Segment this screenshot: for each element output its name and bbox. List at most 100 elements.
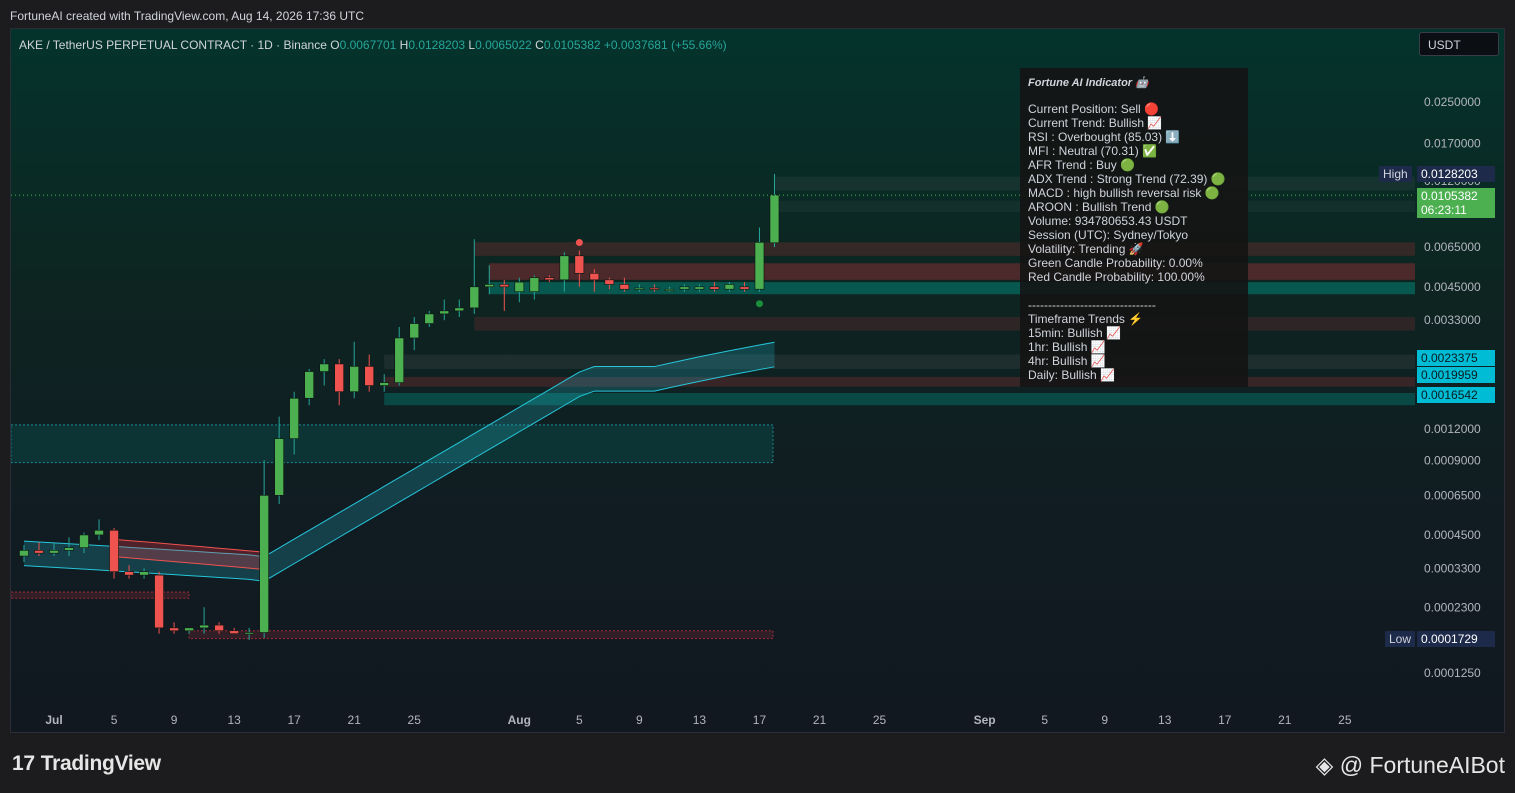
indicator-line-5: ADX Trend : Strong Trend (72.39) 🟢 [1028,172,1226,186]
x-tick-1: 5 [111,713,118,727]
timeframe-line-2: 4hr: Bullish 📈 [1028,354,1106,368]
candle-body-41 [634,287,645,290]
candle-body-38 [589,273,600,281]
candle-body-10 [169,627,179,632]
candle-16 [259,460,269,638]
zone-red-2 [489,263,1415,280]
x-tick-5: 21 [348,713,362,727]
candle-body-23 [364,366,375,386]
candle-body-32 [499,284,510,288]
candle-body-1 [34,550,44,554]
high-value: 0.0128203 [408,38,466,52]
candle-27 [424,310,435,327]
chart-caption: FortuneAI created with TradingView.com, … [10,9,364,23]
y-tick-7: 0.0009000 [1424,453,1481,467]
candle-body-18 [289,397,299,439]
y-tick-6: 0.0012000 [1424,422,1481,436]
x-tick-2: 9 [171,713,178,727]
candle-body-11 [184,627,194,632]
level1-label: 0.0023375 [1417,350,1495,366]
indicator-line-0: Current Position: Sell 🔴 [1028,102,1159,116]
indicator-line-10: Volatility: Trending 🚀 [1028,242,1144,256]
y-tick-3: 0.0065000 [1424,240,1481,254]
candle-body-8 [139,571,149,576]
candle-body-34 [529,277,540,293]
open-value: 0.0067701 [339,38,397,52]
candle-body-47 [724,284,735,290]
candle-body-14 [229,630,239,635]
candle-10 [169,622,179,634]
buy-marker [755,300,763,308]
x-tick-0: Jul [45,713,62,727]
y-tick-4: 0.0045000 [1424,280,1481,294]
open-label: O [330,38,340,52]
candle-body-4 [79,534,89,548]
x-tick-11: 17 [753,713,767,727]
last-price-label: 0.0105382 06:23:11 [1417,188,1495,218]
candle-body-19 [304,371,314,399]
candle-12 [199,607,209,634]
y-tick-1: 0.0170000 [1424,137,1481,151]
indicator-line-9: Session (UTC): Sydney/Tokyo [1028,228,1189,242]
timeframe-line-0: 15min: Bullish 📈 [1028,326,1121,340]
candle-body-17 [274,438,284,496]
zone-red-1 [474,242,1415,256]
indicator-line-4: AFR Trend : Buy 🟢 [1028,158,1135,172]
candle-5 [94,519,104,540]
zone-red-4 [384,376,1416,387]
symbol-title: AKE / TetherUS PERPETUAL CONTRACT · 1D ·… [19,38,327,52]
indicator-lines: Current Position: Sell 🔴 Current Trend: B… [1028,102,1240,284]
candle-body-49 [754,242,765,290]
y-tick-0: 0.0250000 [1424,95,1481,109]
binance-icon: ◈ [1315,752,1334,778]
candle-body-21 [334,363,344,393]
indicator-line-6: MACD : high bullish reversal risk 🟢 [1028,186,1220,200]
currency-button[interactable]: USDT [1419,32,1499,56]
candle-body-3 [64,547,74,551]
x-tick-6: 25 [408,713,422,727]
candle-14 [229,627,239,635]
x-tick-13: 25 [873,713,887,727]
indicator-line-11: Green Candle Probability: 0.00% [1028,256,1203,270]
y-tick-9: 0.0004500 [1424,528,1481,542]
x-tick-15: 5 [1041,713,1048,727]
close-value: 0.0105382 [543,38,601,52]
candle-body-7 [124,571,134,576]
x-tick-16: 9 [1101,713,1108,727]
candle-19 [304,368,314,406]
candle-body-25 [394,337,405,383]
candle-body-40 [619,284,630,290]
tv-logo-icon: 17 [12,752,35,775]
level3-label: 0.0016542 [1417,387,1495,403]
candle-body-37 [574,255,585,274]
candle-body-48 [739,286,750,290]
candle-body-24 [379,382,390,386]
price-chart[interactable]: 0.02500000.01700000.01200000.00650000.00… [11,29,1504,732]
zone-red-3 [474,317,1415,331]
candle-body-45 [694,286,705,290]
candle-body-15 [244,632,254,635]
x-tick-18: 17 [1218,713,1232,727]
indicator-title: Fortune AI Indicator 🤖 [1028,77,1149,89]
candle-28 [439,299,450,321]
candle-body-42 [649,287,660,290]
tradingview-logo: 17 TradingView [12,752,161,775]
indicator-line-2: RSI : Overbought (85.03) ⬇️ [1028,130,1181,144]
x-tick-7: Aug [508,713,531,727]
chart-frame[interactable]: 0.02500000.01700000.01200000.00650000.00… [10,28,1505,733]
x-tick-3: 13 [227,713,241,727]
candle-24 [379,374,390,392]
candle-body-43 [664,288,675,292]
low-price-label: 0.0001729 [1417,631,1495,647]
candle-26 [409,317,420,351]
candle-body-16 [259,495,269,633]
candle-body-26 [409,323,420,339]
indicator-line-7: AROON : Bullish Trend 🟢 [1028,200,1170,214]
sell-marker [575,239,583,247]
symbol-ohlc-line: AKE / TetherUS PERPETUAL CONTRACT · 1D ·… [19,38,727,52]
timeframe-lines: 15min: Bullish 📈 1hr: Bullish 📈 4hr: Bulli… [1028,326,1240,382]
candle-body-20 [319,363,329,372]
zone-red-low [188,630,774,640]
y-tick-5: 0.0033000 [1424,313,1481,327]
candle-37 [574,250,585,287]
